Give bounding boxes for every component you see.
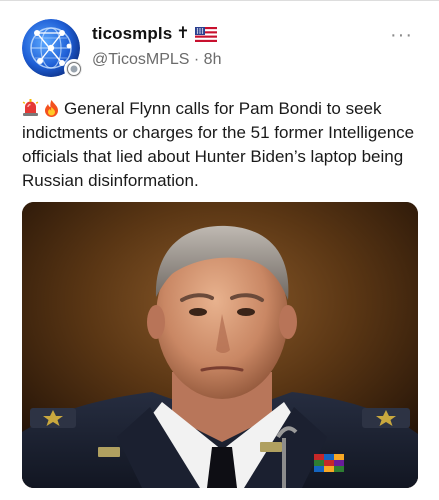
seal-icon <box>67 62 81 76</box>
timestamp[interactable]: 8h <box>204 51 222 69</box>
avatar-badge <box>64 59 84 79</box>
post-card[interactable]: ticosmpls ✝ @TicosMPLS · 8h ··· General … <box>0 0 439 500</box>
portrait-photo <box>22 202 418 488</box>
siren-icon <box>22 99 39 117</box>
author-name-row[interactable]: ticosmpls ✝ <box>92 23 217 45</box>
more-options-button[interactable]: ··· <box>390 25 413 45</box>
post-body: General Flynn calls for Pam Bondi to see… <box>22 99 415 190</box>
fire-icon <box>43 99 60 117</box>
us-flag-icon <box>194 26 217 42</box>
cross-icon: ✝ <box>176 25 190 42</box>
post-image[interactable] <box>22 202 418 488</box>
author-handle-row: @TicosMPLS · 8h <box>92 51 221 69</box>
display-name[interactable]: ticosmpls <box>92 24 172 44</box>
handle[interactable]: @TicosMPLS <box>92 51 189 69</box>
post-text: General Flynn calls for Pam Bondi to see… <box>22 97 422 193</box>
separator: · <box>189 51 204 68</box>
